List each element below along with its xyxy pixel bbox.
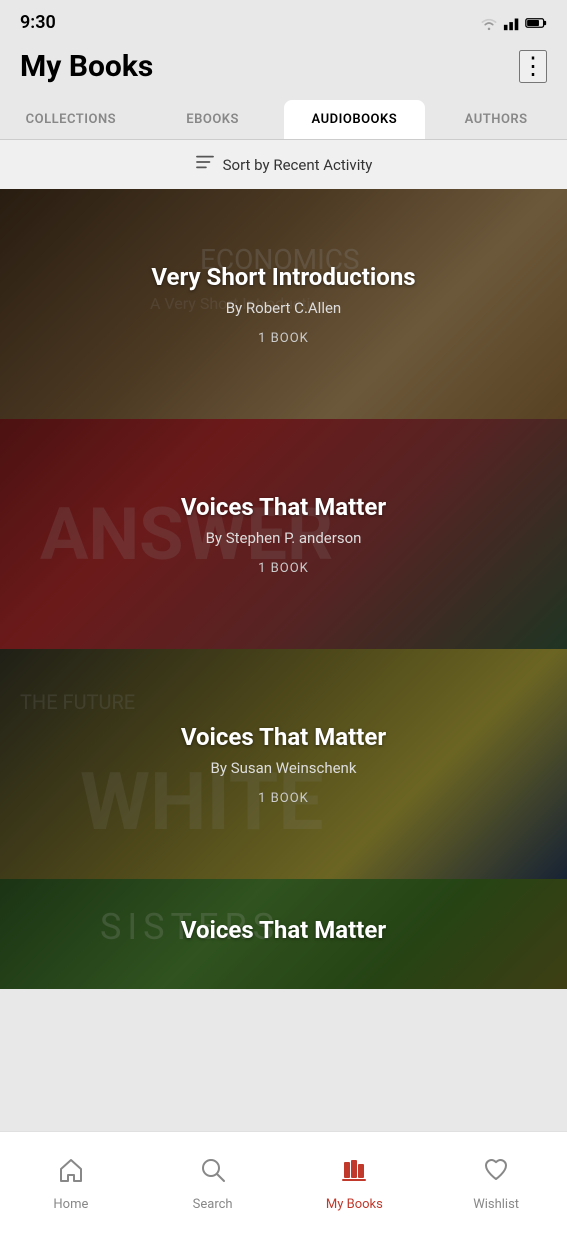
- home-icon: [57, 1156, 85, 1191]
- book-title: Voices That Matter: [181, 723, 386, 751]
- nav-mybooks[interactable]: My Books: [284, 1156, 426, 1212]
- nav-mybooks-label: My Books: [326, 1197, 383, 1212]
- bottom-nav: Home Search My Books Wi: [0, 1131, 567, 1251]
- status-icons: [479, 15, 547, 31]
- tab-audiobooks[interactable]: AUDIOBOOKS: [284, 100, 426, 139]
- nav-home[interactable]: Home: [0, 1156, 142, 1212]
- wifi-icon: [479, 15, 499, 31]
- status-bar: 9:30: [0, 0, 567, 41]
- tab-collections[interactable]: COLLECTIONS: [0, 100, 142, 139]
- book-content: Voices That Matter By Susan Weinschenk 1…: [161, 703, 406, 826]
- book-card[interactable]: ECONOMICS A Very Short Introduction Very…: [0, 189, 567, 419]
- book-card[interactable]: THE FUTURE WHITE Voices That Matter By S…: [0, 649, 567, 879]
- nav-home-label: Home: [53, 1197, 88, 1212]
- nav-search-label: Search: [193, 1197, 233, 1212]
- header: My Books ⋮: [0, 41, 567, 100]
- book-title: Very Short Introductions: [151, 263, 415, 291]
- book-content: Voices That Matter By Stephen P. anderso…: [161, 473, 406, 596]
- book-author: By Robert C.Allen: [151, 299, 415, 317]
- book-count: 1 BOOK: [181, 561, 386, 576]
- book-count: 1 BOOK: [151, 331, 415, 346]
- tabs-bar: COLLECTIONS EBOOKS AUDIOBOOKS AUTHORS: [0, 100, 567, 140]
- book-count: 1 BOOK: [181, 791, 386, 806]
- tab-authors[interactable]: AUTHORS: [425, 100, 567, 139]
- books-list: ECONOMICS A Very Short Introduction Very…: [0, 189, 567, 989]
- nav-wishlist[interactable]: Wishlist: [425, 1156, 567, 1212]
- book-card[interactable]: ANSWER Voices That Matter By Stephen P. …: [0, 419, 567, 649]
- more-options-button[interactable]: ⋮: [519, 50, 547, 83]
- heart-icon: [482, 1156, 510, 1191]
- book-content: Voices That Matter: [161, 896, 406, 972]
- book-card[interactable]: SISTERS Voices That Matter: [0, 879, 567, 989]
- battery-icon: [525, 16, 547, 30]
- search-icon: [199, 1156, 227, 1191]
- book-content: Very Short Introductions By Robert C.All…: [131, 243, 435, 366]
- book-author: By Stephen P. anderson: [181, 529, 386, 547]
- book-title: Voices That Matter: [181, 493, 386, 521]
- tab-ebooks[interactable]: EBOOKS: [142, 100, 284, 139]
- nav-wishlist-label: Wishlist: [473, 1197, 519, 1212]
- signal-icon: [503, 15, 521, 31]
- book-author: By Susan Weinschenk: [181, 759, 386, 777]
- page-title: My Books: [20, 49, 153, 84]
- status-time: 9:30: [20, 12, 56, 33]
- sort-bar[interactable]: Sort by Recent Activity: [0, 140, 567, 189]
- book-title: Voices That Matter: [181, 916, 386, 944]
- books-icon: [340, 1156, 368, 1191]
- sort-label: Sort by Recent Activity: [223, 156, 373, 174]
- sort-icon: [195, 154, 215, 175]
- nav-search[interactable]: Search: [142, 1156, 284, 1212]
